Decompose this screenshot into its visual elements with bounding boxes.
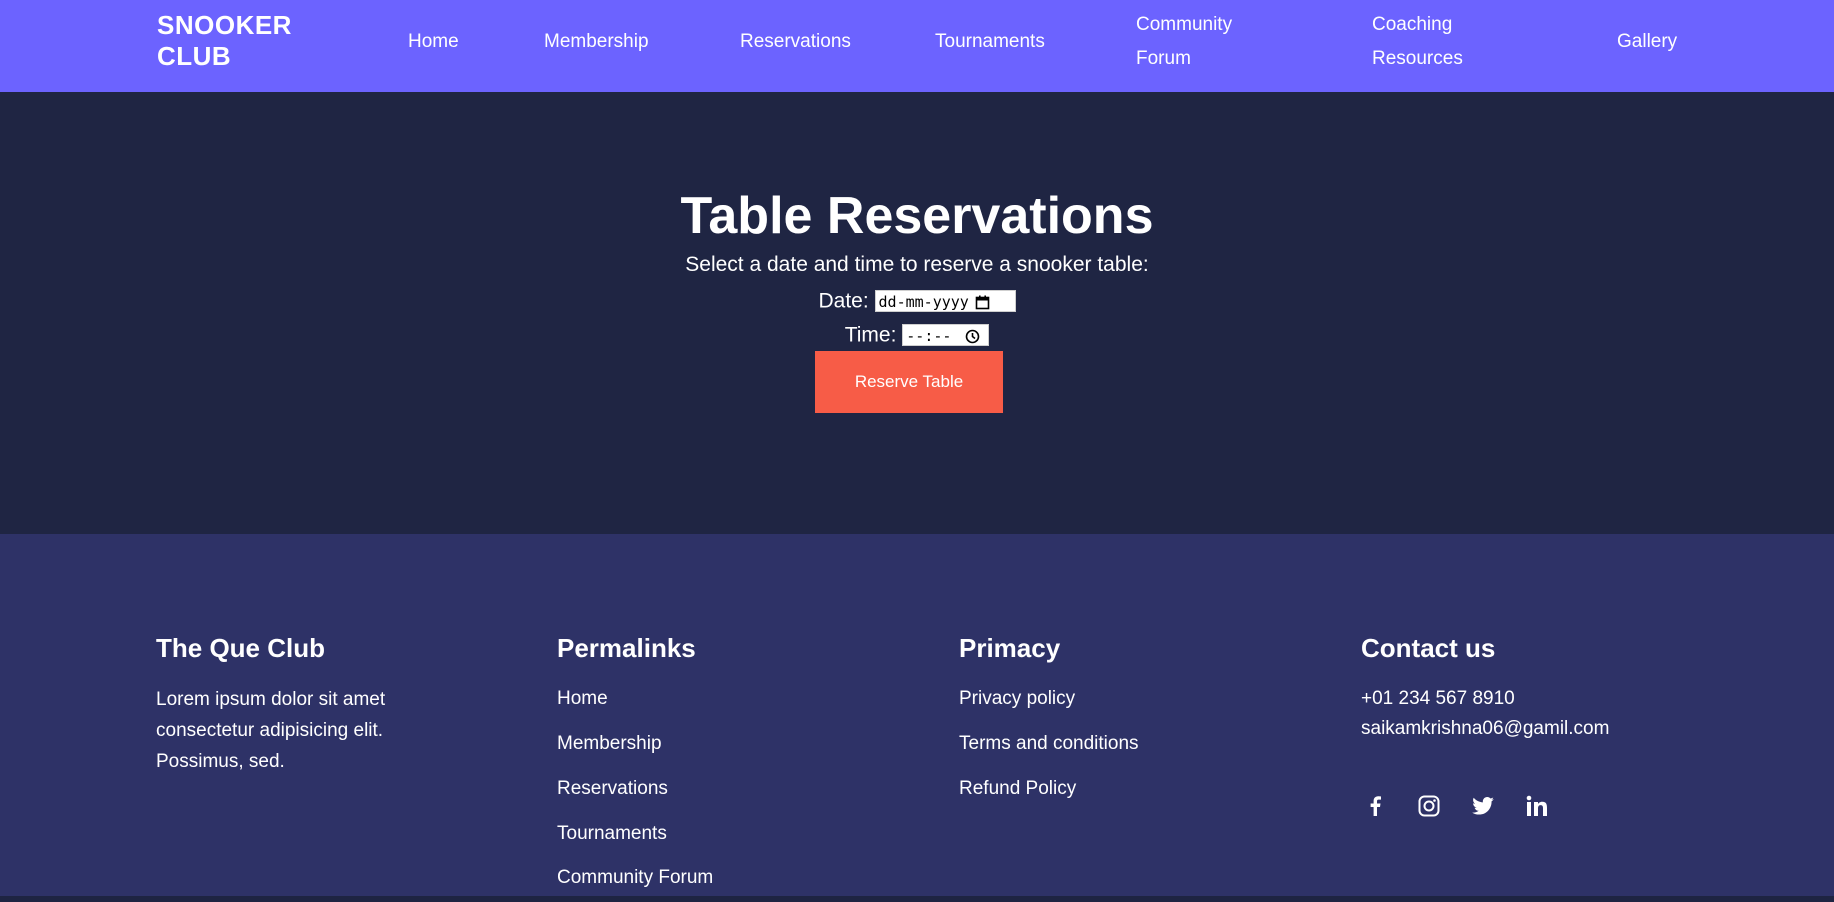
footer-link-home[interactable]: Home	[557, 687, 608, 711]
footer-link-privacy-policy[interactable]: Privacy policy	[959, 687, 1075, 711]
instagram-icon[interactable]	[1415, 792, 1443, 820]
reserve-table-button[interactable]: Reserve Table	[815, 351, 1003, 413]
calendar-icon[interactable]	[975, 294, 990, 316]
date-field-row: Date: dd-mm-yyyy	[0, 288, 1834, 314]
footer-link-terms[interactable]: Terms and conditions	[959, 732, 1139, 756]
facebook-icon[interactable]	[1361, 792, 1389, 820]
footer-permalinks-column: Permalinks Home Membership Reservations …	[557, 632, 877, 902]
nav-membership[interactable]: Membership	[544, 25, 649, 59]
footer-link-reservations[interactable]: Reservations	[557, 777, 668, 801]
footer-contact-column: Contact us +01 234 567 8910 saikamkrishn…	[1361, 632, 1721, 852]
nav-community-forum[interactable]: Community Forum	[1136, 8, 1232, 76]
time-field-row: Time: --:--	[0, 322, 1834, 348]
clock-icon[interactable]	[965, 328, 980, 350]
footer-link-membership[interactable]: Membership	[557, 732, 662, 756]
footer-primacy-heading: Primacy	[959, 633, 1061, 663]
top-navbar: SNOOKER CLUB Home Membership Reservation…	[0, 0, 1834, 92]
nav-community-forum-line-1: Community	[1136, 14, 1233, 35]
nav-reservations[interactable]: Reservations	[740, 25, 851, 59]
reservation-section: Table Reservations Select a date and tim…	[0, 92, 1834, 534]
footer-about-column: The Que Club Lorem ipsum dolor sit amet …	[156, 632, 446, 777]
date-input-placeholder: dd-mm-yyyy	[878, 293, 969, 312]
contact-phone: +01 234 567 8910	[1361, 688, 1515, 709]
date-label: Date:	[818, 289, 869, 313]
reservation-instructions: Select a date and time to reserve a snoo…	[685, 253, 1149, 276]
brand-line-1: SNOOKER	[157, 10, 292, 40]
nav-gallery[interactable]: Gallery	[1617, 25, 1677, 59]
date-input[interactable]: dd-mm-yyyy	[874, 290, 1016, 313]
brand-logo[interactable]: SNOOKER CLUB	[157, 10, 292, 72]
nav-coaching-resources-line-2: Resources	[1372, 48, 1463, 69]
twitter-icon[interactable]	[1469, 792, 1497, 820]
nav-community-forum-line-2: Forum	[1136, 48, 1191, 69]
contact-email: saikamkrishna06@gamil.com	[1361, 718, 1610, 739]
footer-permalinks-heading: Permalinks	[557, 633, 696, 663]
footer-about-text: Lorem ipsum dolor sit amet consectetur a…	[156, 689, 386, 772]
footer-link-refund-policy[interactable]: Refund Policy	[959, 777, 1076, 801]
footer-link-community-forum[interactable]: Community Forum	[557, 866, 713, 890]
page-title: Table Reservations	[680, 187, 1154, 245]
nav-coaching-resources[interactable]: Coaching Resources	[1372, 8, 1463, 76]
time-input-placeholder: --:--	[906, 327, 952, 346]
footer-about-heading: The Que Club	[156, 633, 325, 663]
nav-tournaments[interactable]: Tournaments	[935, 25, 1045, 59]
brand-line-2: CLUB	[157, 41, 232, 71]
footer-contact-heading: Contact us	[1361, 633, 1496, 663]
site-footer: The Que Club Lorem ipsum dolor sit amet …	[0, 534, 1834, 896]
nav-coaching-resources-line-1: Coaching	[1372, 14, 1453, 35]
footer-primacy-column: Primacy Privacy policy Terms and conditi…	[959, 632, 1279, 832]
footer-link-tournaments[interactable]: Tournaments	[557, 822, 667, 846]
time-label: Time:	[844, 323, 897, 347]
time-input[interactable]: --:--	[902, 324, 990, 347]
nav-home[interactable]: Home	[408, 25, 459, 59]
linkedin-icon[interactable]	[1523, 792, 1551, 820]
